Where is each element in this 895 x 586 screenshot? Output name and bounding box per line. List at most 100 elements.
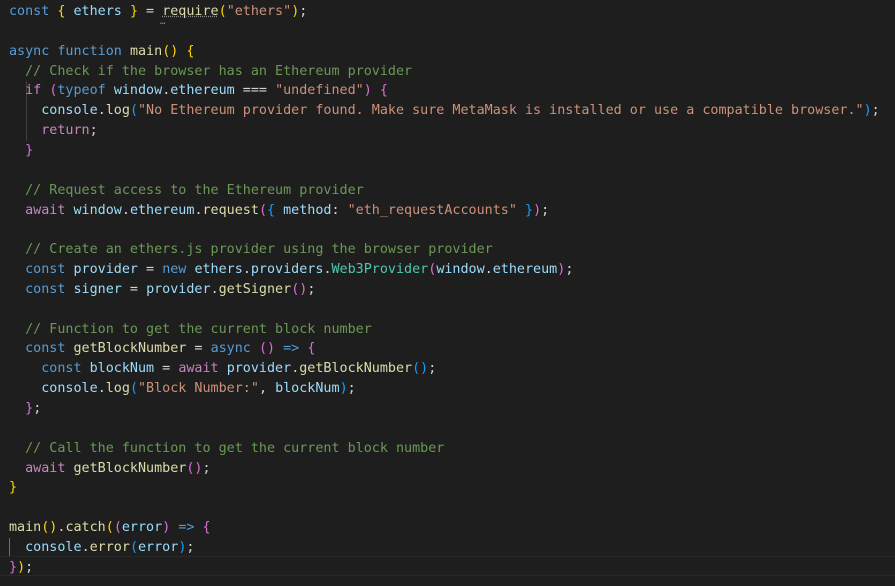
code-editor[interactable]: … const { ethers } = require("ethers"); a… [0,0,895,586]
code-token: signer [73,281,122,297]
code-line: // Function to get the current block num… [9,320,372,340]
code-token: require [162,4,219,19]
code-token: getBlockNumber [73,341,187,357]
code-token: ( [105,520,114,536]
code-token: () [162,43,179,59]
code-token: === [234,83,276,99]
code-token: () [41,520,58,536]
code-token: = [121,281,147,297]
code-line: main().catch((error) => { [9,518,211,538]
code-token: // Function to get the current block num… [25,321,372,337]
code-token: console [25,539,82,555]
code-token: } [525,202,534,218]
code-token: provider [73,262,139,278]
code-token: ; [186,539,195,555]
code-line: console.error(error); [9,538,194,558]
code-token: . [97,381,106,397]
code-token: ; [541,202,550,218]
code-token: catch [65,520,106,536]
code-token: provider [226,361,292,377]
code-token: . [97,103,106,119]
code-token: const [25,341,66,357]
code-token: blockNum [89,361,155,377]
code-token: provider [146,281,211,297]
code-token: return [41,123,90,139]
code-token: ; [347,381,356,397]
code-token: ( [258,202,267,218]
code-token: ) [363,83,372,99]
current-line-highlight [0,556,895,576]
code-token: ethereum [129,202,195,218]
code-token: () [186,460,203,476]
code-token: . [323,262,332,278]
code-line: // Check if the browser has an Ethereum … [9,62,412,82]
code-token: { [379,83,388,99]
code-token: error [89,539,130,555]
code-line: // Call the function to get the current … [9,439,444,459]
code-token: . [81,539,90,555]
code-token: error [121,520,163,536]
code-token: log [105,381,130,397]
code-line: await getBlockNumber(); [9,459,210,479]
code-token: ( [129,381,138,397]
code-token: ( [113,520,122,536]
code-token: () [258,341,276,357]
code-token: main [129,43,163,59]
code-token: await [178,361,219,377]
code-token: . [242,262,251,278]
code-token: = [186,341,211,357]
code-token: ; [25,559,34,575]
code-token: error [138,539,179,555]
code-token: = [154,361,179,377]
code-token: { [267,202,276,218]
code-token: } [25,401,34,416]
code-token: . [121,202,130,218]
code-token: } [9,480,18,496]
code-line: const provider = new ethers.providers.We… [9,260,573,280]
code-token: ethers [194,262,243,278]
code-token: async [210,341,251,357]
code-token: window [436,262,485,278]
code-token: if [25,83,42,99]
code-token: } [129,4,138,19]
code-token: () [412,361,429,377]
code-line: if (typeof window.ethereum === "undefine… [9,81,388,101]
code-line: } [9,141,33,161]
code-token: ethereum [170,83,235,99]
code-token: window [113,83,163,99]
code-token: await [25,202,66,218]
code-token: method [283,202,332,218]
code-token: : [331,202,348,218]
code-token: . [194,202,203,218]
code-token: new [162,262,187,278]
code-line: }); [9,558,33,578]
code-token: { [307,341,316,357]
code-token: "eth_requestAccounts" [347,202,517,218]
code-token: ) [533,202,542,218]
code-token: } [25,142,34,158]
code-token: => [283,341,300,357]
code-token: ethereum [492,262,558,278]
code-line: } [9,478,17,498]
code-line: return; [9,121,97,141]
code-token: ; [428,361,437,377]
